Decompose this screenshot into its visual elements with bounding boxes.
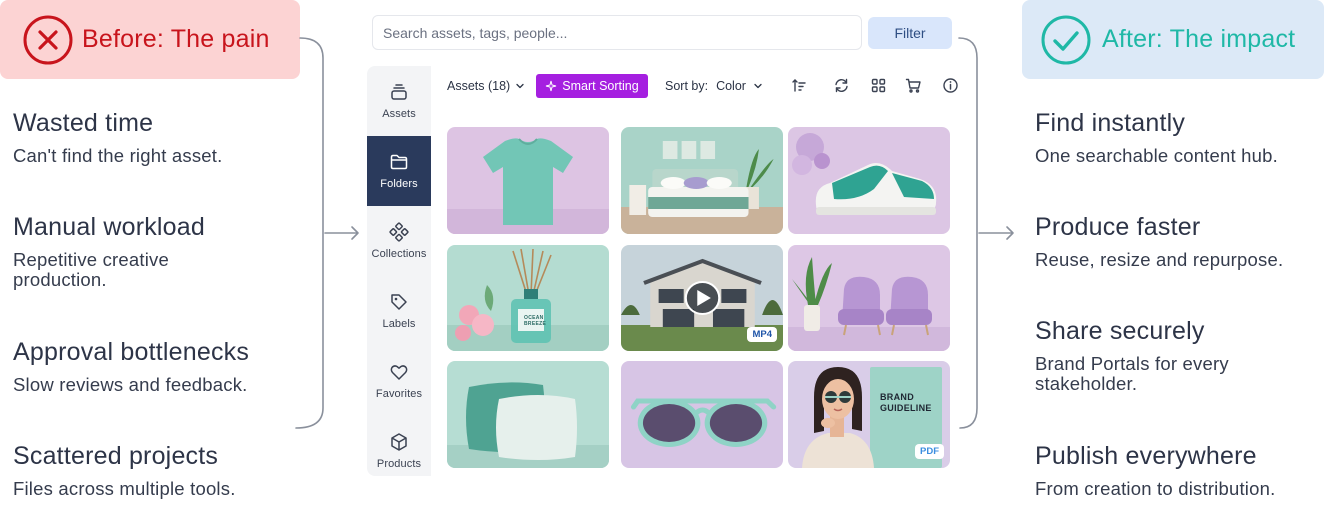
sidebar-item-collections[interactable]: Collections	[367, 206, 431, 276]
chevron-down-icon	[516, 83, 524, 89]
asset-tile-sunglasses[interactable]	[621, 361, 783, 468]
asset-tile-house-video[interactable]: MP4	[621, 245, 783, 351]
asset-tile-bedroom[interactable]	[621, 127, 783, 234]
brand-guideline-label: BRAND GUIDELINE	[880, 392, 932, 414]
smart-sorting-button[interactable]: Smart Sorting	[536, 74, 648, 98]
sidebar-item-label: Products	[376, 458, 422, 470]
brand-label-line: GUIDELINE	[880, 403, 932, 413]
sidebar-item-folders[interactable]: Folders	[367, 136, 431, 206]
grid-view-icon[interactable]	[870, 77, 887, 94]
folder-icon	[390, 154, 408, 170]
collections-icon	[389, 222, 409, 242]
asset-tile-chairs[interactable]	[788, 245, 950, 351]
sidebar-item-label: Assets	[382, 108, 416, 120]
file-type-badge: PDF	[915, 444, 944, 459]
brand-label-line: BRAND	[880, 392, 914, 402]
layers-icon	[391, 84, 407, 100]
product-label: OCEAN BREEZE	[524, 315, 546, 327]
sneaker-image	[788, 127, 950, 234]
pillows-image	[447, 361, 609, 468]
info-icon[interactable]	[942, 77, 959, 94]
refresh-icon[interactable]	[833, 77, 850, 94]
asset-tile-diffuser[interactable]: OCEAN BREEZE	[447, 245, 609, 351]
assets-count-label: Assets (18)	[447, 79, 511, 93]
sidebar-item-label: Favorites	[375, 388, 423, 400]
diffuser-image	[447, 245, 609, 351]
sunglasses-image	[621, 361, 783, 468]
assets-count-dropdown[interactable]: Assets (18)	[447, 73, 525, 99]
heart-icon	[390, 365, 408, 380]
smart-sorting-label: Smart Sorting	[562, 79, 639, 93]
sidebar-item-labels[interactable]: Labels	[367, 276, 431, 346]
chairs-image	[788, 245, 950, 351]
asset-tile-pillows[interactable]	[447, 361, 609, 468]
filter-button[interactable]: Filter	[868, 17, 952, 49]
sparkle-icon	[546, 80, 557, 92]
asset-tile-sneaker[interactable]	[788, 127, 950, 234]
sort-by-dropdown[interactable]: Sort by: Color	[665, 73, 763, 99]
impact-bracket	[958, 37, 978, 429]
search-input[interactable]: Search assets, tags, people...	[372, 15, 862, 50]
sidebar-item-assets[interactable]: Assets	[367, 66, 431, 136]
arrow-right-icon	[978, 226, 1014, 240]
box-icon	[391, 433, 407, 451]
sort-order-icon[interactable]	[791, 77, 808, 94]
bedroom-image	[621, 127, 783, 234]
sidebar-item-label: Labels	[382, 318, 416, 330]
file-type-badge: MP4	[747, 327, 777, 342]
sort-by-label: Sort by:	[665, 79, 709, 93]
asset-tile-brand-guideline[interactable]: BRAND GUIDELINE PDF	[788, 361, 950, 468]
sidebar-item-favorites[interactable]: Favorites	[367, 346, 431, 416]
tag-icon	[391, 294, 407, 310]
arrow-right-icon	[324, 226, 359, 240]
pain-bracket	[295, 37, 324, 429]
sort-value: Color	[716, 79, 746, 93]
sidebar-item-label: Folders	[380, 178, 418, 190]
sidebar-item-products[interactable]: Products	[367, 416, 431, 486]
asset-tile-t-shirt[interactable]	[447, 127, 609, 234]
t-shirt-image	[447, 127, 609, 234]
app-sidebar: Assets Folders Collections Labels Favori…	[367, 66, 431, 476]
product-label-line: BREEZE	[524, 321, 547, 327]
cart-icon[interactable]	[905, 77, 922, 94]
sidebar-item-label: Collections	[371, 248, 427, 260]
search-placeholder: Search assets, tags, people...	[383, 24, 568, 41]
chevron-down-icon	[754, 83, 762, 89]
